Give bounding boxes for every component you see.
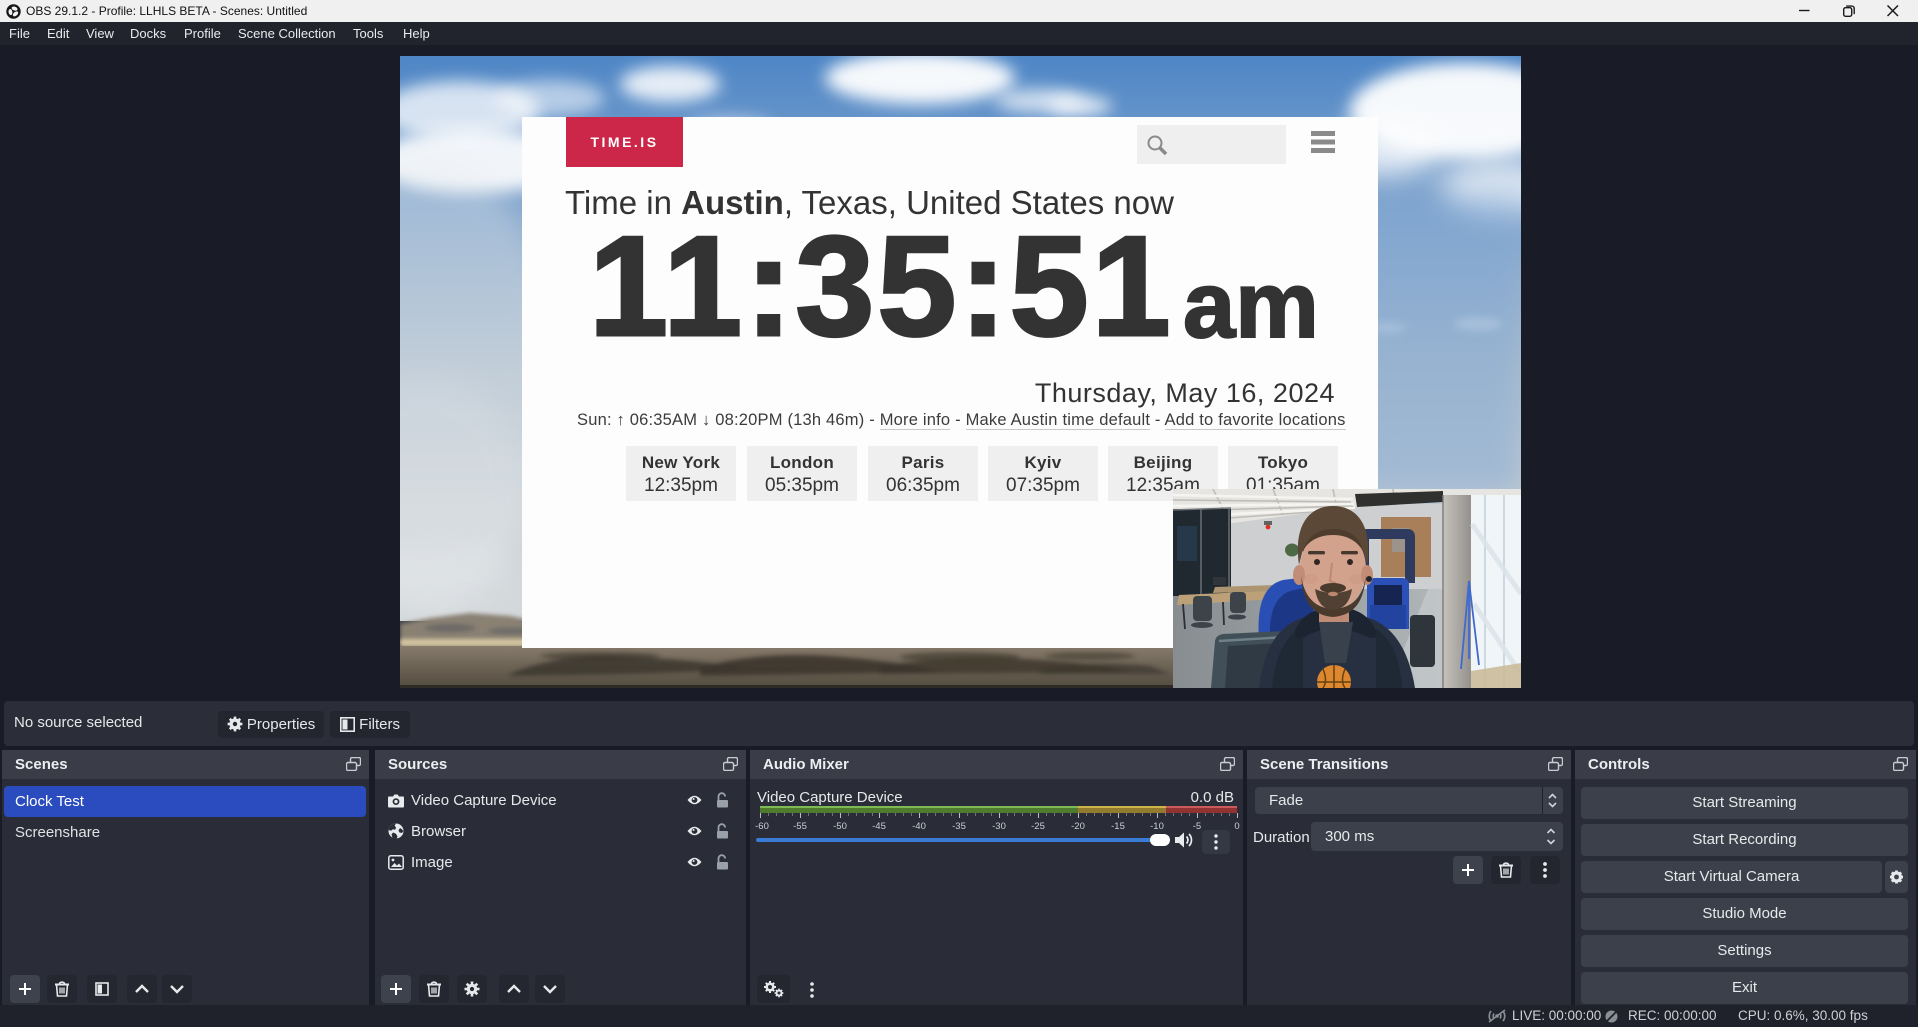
svg-text:-20: -20 (1071, 821, 1085, 832)
svg-text:-15: -15 (1111, 821, 1125, 832)
svg-text:-30: -30 (992, 821, 1006, 832)
svg-text:-35: -35 (952, 821, 966, 832)
svg-text:-5: -5 (1193, 821, 1201, 832)
svg-text:-10: -10 (1150, 821, 1164, 832)
svg-text:-25: -25 (1031, 821, 1045, 832)
svg-text:-55: -55 (793, 821, 807, 832)
svg-text:-60: -60 (755, 821, 769, 832)
svg-text:-45: -45 (872, 821, 886, 832)
svg-text:0: 0 (1234, 821, 1239, 832)
svg-text:-40: -40 (912, 821, 926, 832)
svg-text:-50: -50 (833, 821, 847, 832)
